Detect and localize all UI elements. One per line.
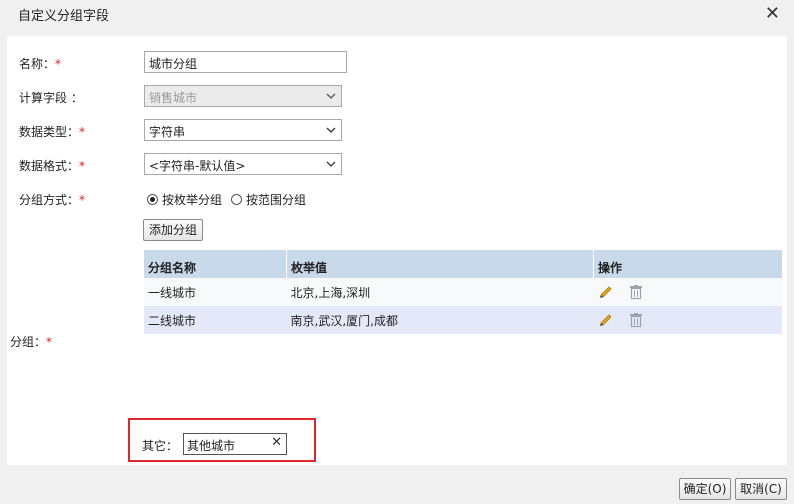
actions-cell xyxy=(593,278,782,306)
chevron-down-icon xyxy=(326,93,336,99)
chevron-down-icon xyxy=(326,161,336,167)
add-group-button[interactable]: 添加分组 xyxy=(143,219,203,241)
other-label: 其它： xyxy=(142,439,179,453)
group-name-cell: 一线城市 xyxy=(144,278,287,306)
table-header-row: 分组名称 枚举值 操作 xyxy=(144,250,782,278)
group-mode-label: 分组方式：* xyxy=(19,193,86,207)
name-input[interactable]: 城市分组 xyxy=(144,51,347,73)
column-header-enum-values: 枚举值 xyxy=(286,250,594,278)
data-format-label: 数据格式：* xyxy=(19,159,86,173)
trash-icon[interactable] xyxy=(628,312,644,328)
table-row[interactable]: 二线城市 南京,武汉,厦门,成都 xyxy=(144,306,782,334)
radio-button-selected[interactable] xyxy=(147,194,158,205)
table-row[interactable]: 一线城市 北京,上海,深圳 xyxy=(144,278,782,306)
column-header-actions: 操作 xyxy=(593,250,782,278)
radio-enum-label: 按枚举分组 xyxy=(162,193,223,207)
data-type-label: 数据类型：* xyxy=(19,125,86,139)
cancel-button[interactable]: 取消(C) xyxy=(735,478,787,500)
name-label: 名称：* xyxy=(19,57,62,71)
data-type-select[interactable]: 字符串 xyxy=(144,119,342,141)
dialog-content: 名称：* 城市分组 计算字段 ： 销售城市 数据类型：* 字符串 数据格式：* … xyxy=(7,36,787,465)
name-input-value: 城市分组 xyxy=(149,57,198,71)
enum-values-cell: 南京,武汉,厦门,成都 xyxy=(286,306,594,334)
pencil-icon[interactable] xyxy=(598,284,614,300)
radio-range-label: 按范围分组 xyxy=(246,193,307,207)
enum-values-cell: 北京,上海,深圳 xyxy=(286,278,594,306)
calc-field-label: 计算字段 ： xyxy=(19,91,83,105)
chevron-down-icon xyxy=(326,127,336,133)
actions-cell xyxy=(593,306,782,334)
other-input-value: 其他城市 xyxy=(187,439,236,453)
group-name-cell: 二线城市 xyxy=(144,306,287,334)
groups-label: 分组：* xyxy=(10,335,53,349)
groups-table: 分组名称 枚举值 操作 一线城市 北京,上海,深圳 二线城市 南京,武汉,厦门,… xyxy=(144,250,782,334)
calc-field-value: 销售城市 xyxy=(149,91,198,105)
pencil-icon[interactable] xyxy=(598,312,614,328)
close-icon[interactable]: ✕ xyxy=(765,3,780,24)
column-header-group-name: 分组名称 xyxy=(144,250,287,278)
calc-field-select: 销售城市 xyxy=(144,85,342,107)
dialog-titlebar: 自定义分组字段 ✕ xyxy=(0,0,794,34)
clear-icon[interactable]: ✕ xyxy=(271,435,282,450)
trash-icon[interactable] xyxy=(628,284,644,300)
radio-range-group[interactable]: 按范围分组 xyxy=(231,191,306,208)
data-format-value: <字符串-默认值> xyxy=(149,159,246,173)
data-format-select[interactable]: <字符串-默认值> xyxy=(144,153,342,175)
data-type-value: 字符串 xyxy=(149,125,186,139)
dialog-title: 自定义分组字段 xyxy=(18,9,110,24)
ok-button[interactable]: 确定(O) xyxy=(679,478,731,500)
other-input[interactable]: 其他城市 ✕ xyxy=(183,433,287,455)
radio-button[interactable] xyxy=(231,194,242,205)
radio-enum-group[interactable]: 按枚举分组 xyxy=(147,191,222,208)
